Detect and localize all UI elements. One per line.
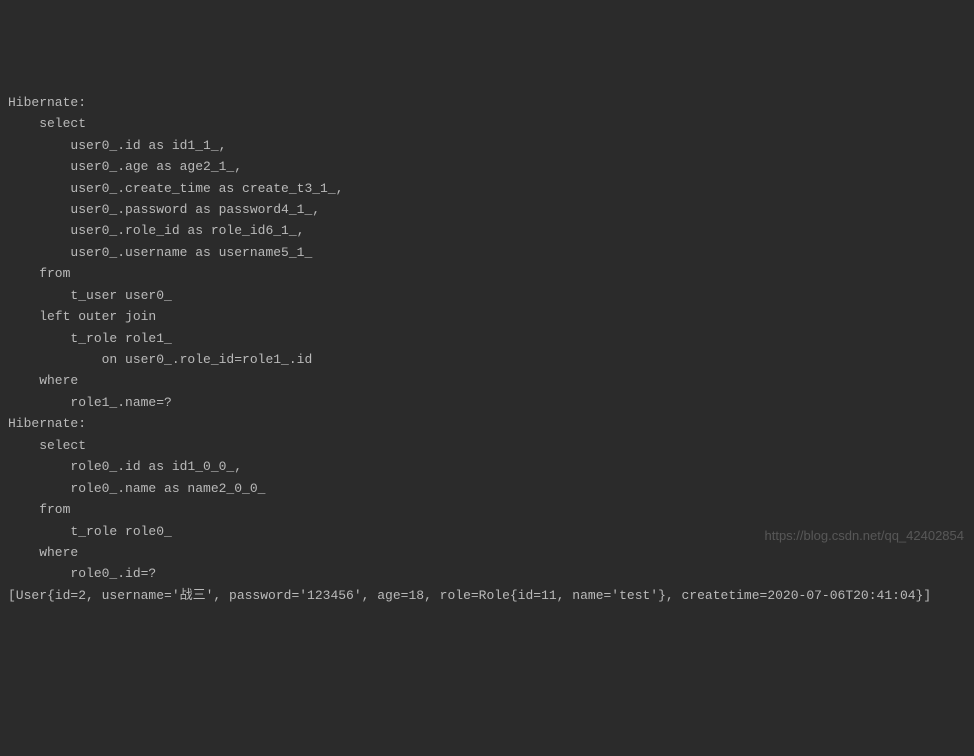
code-line: user0_.username as username5_1_ (0, 242, 974, 263)
code-line: t_role role0_ (0, 521, 974, 542)
code-line: left outer join (0, 306, 974, 327)
code-line: user0_.password as password4_1_, (0, 199, 974, 220)
code-line: user0_.create_time as create_t3_1_, (0, 178, 974, 199)
code-line: [User{id=2, username='战三', password='123… (0, 585, 974, 606)
code-line: t_user user0_ (0, 285, 974, 306)
code-line: t_role role1_ (0, 328, 974, 349)
code-line: select (0, 113, 974, 134)
code-block: Hibernate: select user0_.id as id1_1_, u… (0, 92, 974, 607)
code-line: role0_.name as name2_0_0_ (0, 478, 974, 499)
code-line: Hibernate: (0, 413, 974, 434)
code-line: role0_.id as id1_0_0_, (0, 456, 974, 477)
code-line: where (0, 370, 974, 391)
code-line: Hibernate: (0, 92, 974, 113)
code-line: user0_.age as age2_1_, (0, 156, 974, 177)
code-line: select (0, 435, 974, 456)
code-line: user0_.id as id1_1_, (0, 135, 974, 156)
code-line: where (0, 542, 974, 563)
code-line: on user0_.role_id=role1_.id (0, 349, 974, 370)
code-line: role1_.name=? (0, 392, 974, 413)
code-line: from (0, 499, 974, 520)
code-line: from (0, 263, 974, 284)
code-line: user0_.role_id as role_id6_1_, (0, 220, 974, 241)
code-line: role0_.id=? (0, 563, 974, 584)
